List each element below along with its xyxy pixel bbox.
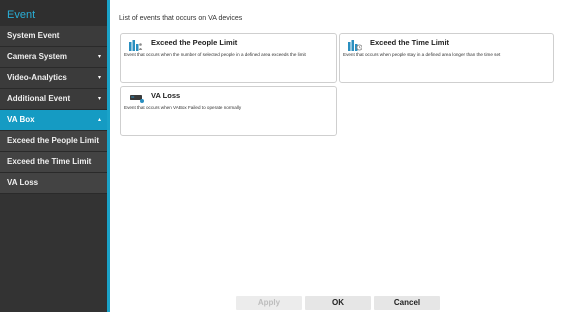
sidebar-item-label: Exceed the People Limit	[7, 136, 100, 145]
event-card-exceed-people-limit[interactable]: Exceed the People Limit Event that occur…	[120, 33, 337, 83]
sidebar-item-label: VA Box	[7, 115, 35, 124]
sidebar-empty-area	[0, 194, 107, 312]
ok-button[interactable]: OK	[305, 296, 371, 310]
card-title: VA Loss	[151, 91, 181, 100]
page-title: List of events that occurs on VA devices	[119, 15, 243, 22]
card-description: Event that occurs when the number of sel…	[124, 52, 306, 57]
time-chart-icon	[348, 40, 362, 51]
sidebar-item-va-box[interactable]: VA Box ▴	[0, 110, 107, 131]
sidebar-item-label: VA Loss	[7, 178, 39, 187]
sidebar-item-va-loss[interactable]: VA Loss	[0, 173, 107, 194]
sidebar-item-label: System Event	[7, 31, 60, 40]
sidebar: Event System Event Camera System ▾ Video…	[0, 0, 107, 312]
chevron-up-icon: ▴	[97, 117, 101, 123]
sidebar-item-label: Video-Analytics	[7, 73, 67, 82]
chevron-down-icon: ▾	[97, 96, 101, 102]
sidebar-item-label: Exceed the Time Limit	[7, 157, 92, 166]
chevron-down-icon: ▾	[97, 54, 101, 60]
sidebar-item-exceed-people-limit[interactable]: Exceed the People Limit	[0, 131, 107, 152]
event-card-va-loss[interactable]: VA Loss Event that occurs when VABox Fai…	[120, 86, 337, 136]
card-title: Exceed the Time Limit	[370, 38, 450, 47]
sidebar-item-label: Additional Event	[7, 94, 71, 103]
sidebar-item-label: Camera System	[7, 52, 68, 61]
sidebar-item-additional-event[interactable]: Additional Event ▾	[0, 89, 107, 110]
card-description: Event that occurs when people stay in a …	[343, 52, 501, 57]
sidebar-item-exceed-time-limit[interactable]: Exceed the Time Limit	[0, 152, 107, 173]
event-card-exceed-time-limit[interactable]: Exceed the Time Limit Event that occurs …	[339, 33, 554, 83]
main-panel: List of events that occurs on VA devices…	[110, 0, 563, 312]
cancel-button[interactable]: Cancel	[374, 296, 440, 310]
people-chart-icon	[129, 40, 143, 51]
sidebar-header: Event	[0, 0, 107, 26]
sidebar-item-video-analytics[interactable]: Video-Analytics ▾	[0, 68, 107, 89]
apply-button[interactable]: Apply	[236, 296, 302, 310]
vabox-device-icon	[130, 95, 144, 103]
chevron-down-icon: ▾	[97, 75, 101, 81]
sidebar-item-camera-system[interactable]: Camera System ▾	[0, 47, 107, 68]
card-description: Event that occurs when VABox Failed to o…	[124, 105, 242, 110]
sidebar-item-system-event[interactable]: System Event	[0, 26, 107, 47]
card-title: Exceed the People Limit	[151, 38, 238, 47]
